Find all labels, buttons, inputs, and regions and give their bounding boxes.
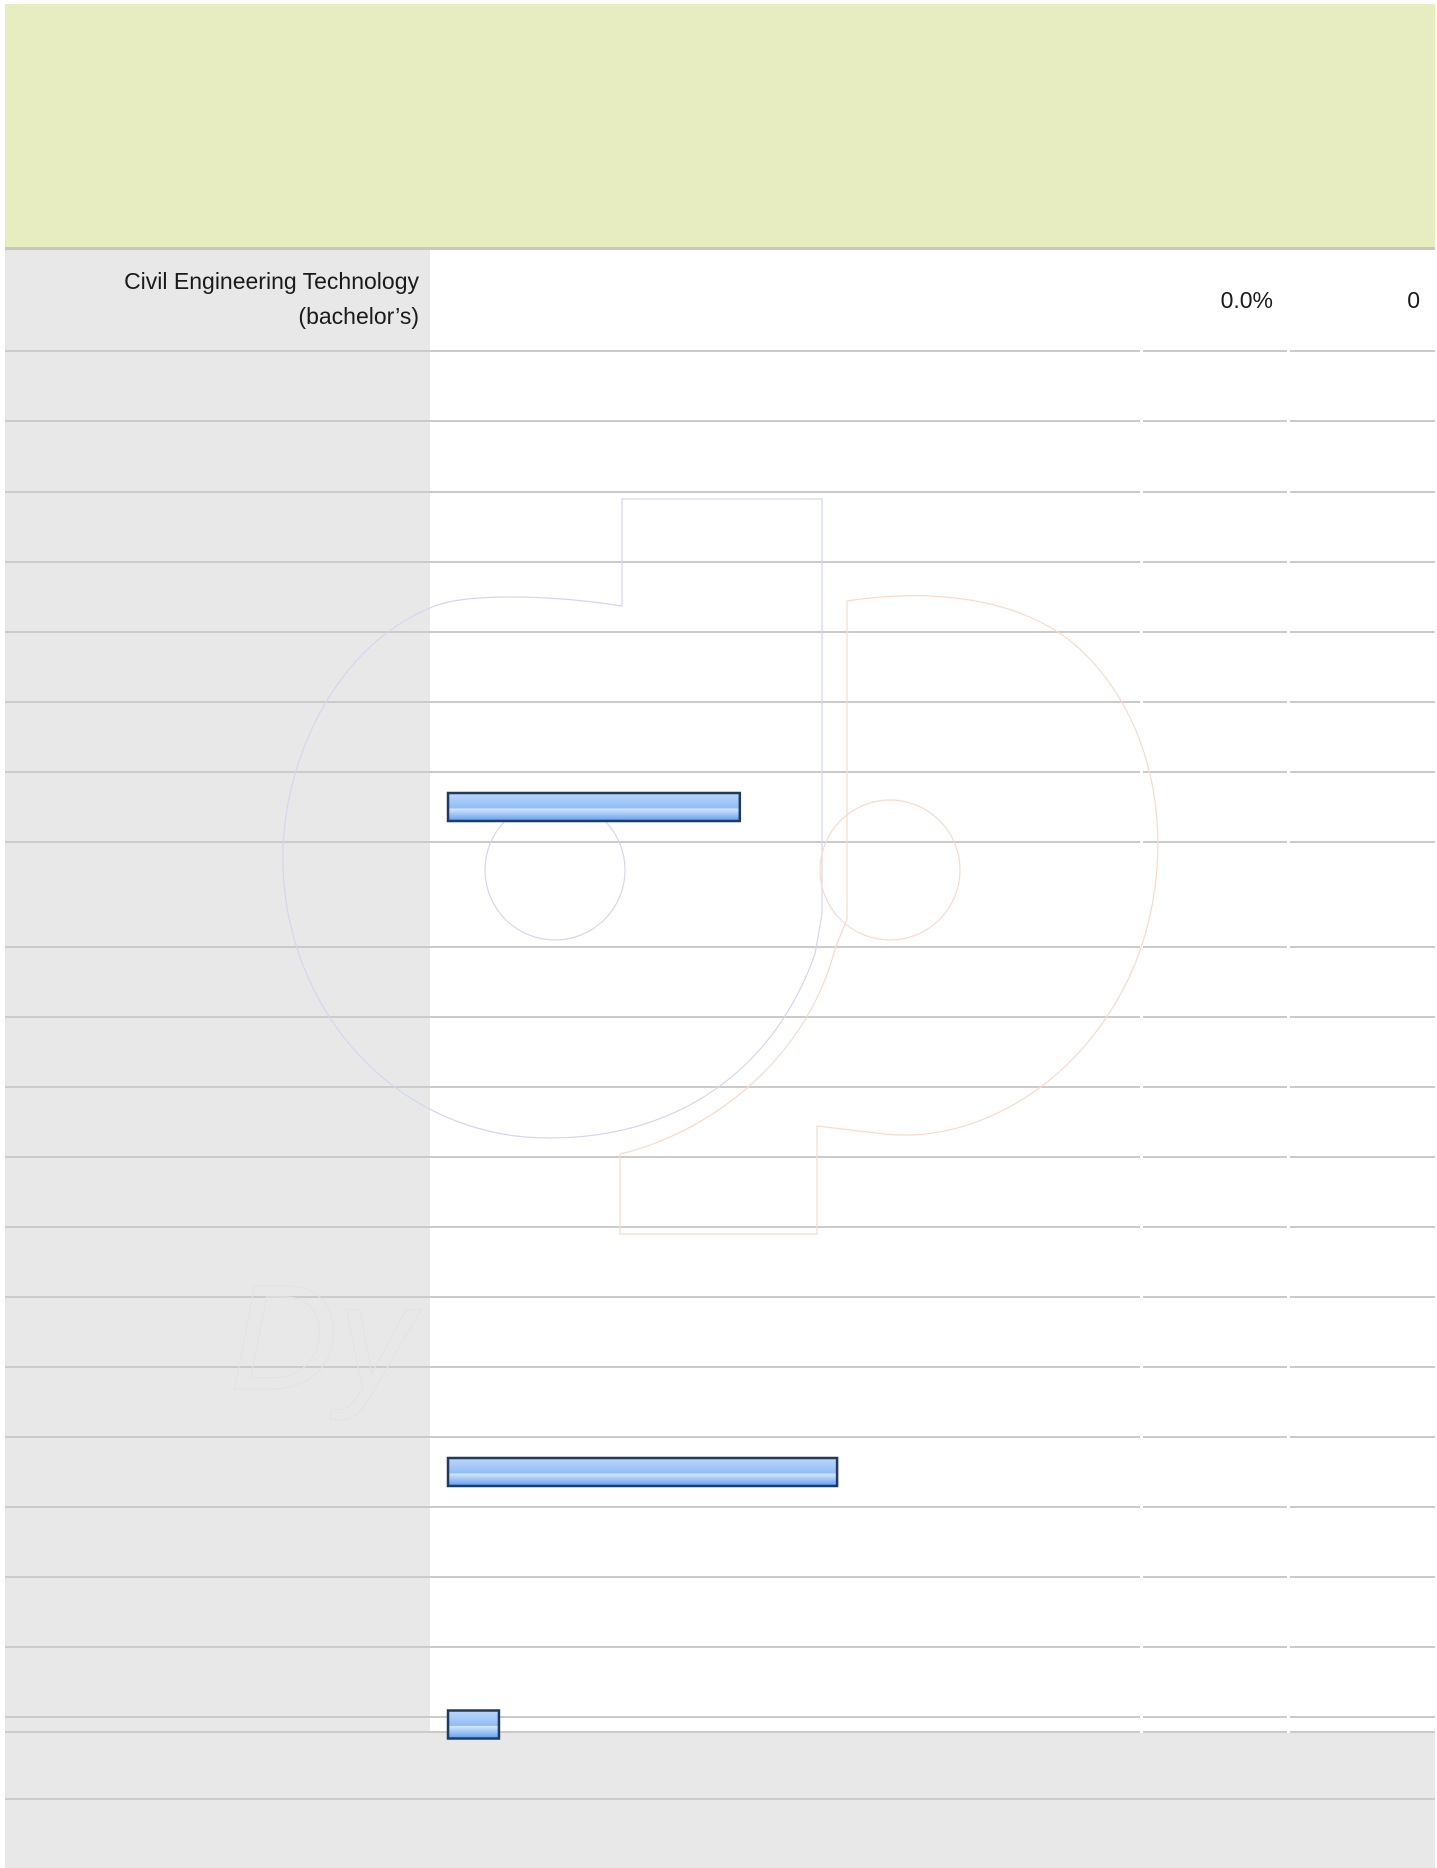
row-count: 0 [1407, 286, 1420, 313]
chart-frame: Dy Civil Engineering Technology (bachelo… [5, 4, 1435, 1868]
row-label: Civil Engineering Technology (bachelor’s… [124, 268, 419, 329]
bar [446, 791, 742, 823]
bar [446, 1709, 501, 1740]
bar [446, 1456, 839, 1488]
row-percent: 0.0% [1220, 286, 1273, 313]
